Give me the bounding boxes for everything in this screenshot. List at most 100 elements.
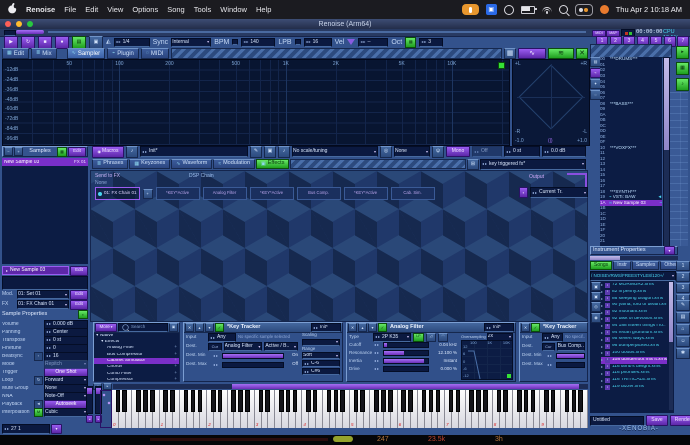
device-preset-field[interactable]: ◂▸Init* <box>311 323 341 332</box>
velocity-value[interactable]: ◂▸-- <box>358 38 388 47</box>
add-device-plus[interactable]: + <box>174 378 179 382</box>
note-min-spinner[interactable]: ◂▸C-6 <box>302 360 340 367</box>
song-position-track[interactable] <box>48 31 586 33</box>
fx-preset-select[interactable]: ◂▸key triggered fx*▾ <box>480 159 586 170</box>
disk-path-field[interactable]: / NOISEVRWS/FREESTYLE8/120+/▾ <box>590 271 676 281</box>
instrument-row[interactable]: 10 ***VOXFX*** <box>600 145 662 151</box>
sample-footer-spinner[interactable]: ◂▸27 1 <box>2 424 50 434</box>
instrument-row[interactable]: 08 ***BASS*** <box>600 101 662 107</box>
instrument-row[interactable]: 21 <box>600 239 662 245</box>
folder-icon[interactable]: ▤ <box>676 312 690 323</box>
rename-icon[interactable]: ✎ <box>250 146 262 158</box>
lpb-value[interactable]: ◂▸16 <box>304 38 332 47</box>
piano-black-key[interactable] <box>422 390 427 412</box>
sample-footer-dropdown[interactable]: ▾ <box>51 424 62 434</box>
app-status-icon[interactable]: ▣ <box>486 4 497 15</box>
piano-black-key[interactable] <box>524 390 529 412</box>
piano-black-key[interactable] <box>265 390 270 412</box>
scaling-select[interactable]: ▾ <box>302 339 340 346</box>
fx-grid-icon[interactable]: ⊞ <box>467 159 479 170</box>
menu-edit[interactable]: Edit <box>85 6 98 14</box>
piano-black-key[interactable] <box>279 390 284 412</box>
bpm-value[interactable]: ◂▸140 <box>241 38 275 47</box>
metronome-value[interactable]: ◂▸1/4 <box>114 38 150 47</box>
device-move-down-button[interactable]: ▾ <box>205 323 214 332</box>
piano-black-key[interactable] <box>531 390 536 412</box>
param-slider[interactable] <box>383 366 429 372</box>
menu-tools[interactable]: Tools <box>194 6 212 14</box>
menu-help[interactable]: Help <box>256 6 271 14</box>
piano-black-key[interactable] <box>334 390 339 412</box>
piano-black-key[interactable] <box>163 390 168 412</box>
device-close-button[interactable]: ✕ <box>348 323 357 332</box>
track-scopes-button[interactable]: ∿ <box>518 48 546 59</box>
file-row[interactable]: ▸ ♪ 108 dunderfoot mix it.xrns <box>601 357 667 364</box>
menu-song[interactable]: Song <box>167 6 185 14</box>
sample-properties-pin-button[interactable]: ▪ <box>78 310 88 319</box>
disk-tab[interactable]: Instr <box>613 261 631 270</box>
sampler-tab[interactable]: ≈Modulation <box>213 159 255 169</box>
file-row[interactable]: ▸ ♪ 92 task of devotion.xrns <box>601 316 667 323</box>
piano-black-key[interactable] <box>293 390 298 412</box>
instrument-properties-bar[interactable]: Instrument Properties ▾ <box>590 246 678 255</box>
device-header[interactable]: Bus Comp. <box>297 187 341 200</box>
file-row[interactable]: ▸ ♪ 119 dizzer.xrns <box>601 384 667 391</box>
fx-chain-canvas[interactable]: Send to FX None DSP Chain Output 01: FX … <box>90 170 588 322</box>
chain-active-dot[interactable] <box>98 192 102 196</box>
folder-new-icon[interactable]: ▣ <box>591 292 601 301</box>
settings-icon[interactable]: ✱ <box>676 348 690 359</box>
piano-black-key[interactable] <box>218 390 223 412</box>
device-tree-row[interactable]: Compressor + <box>94 377 179 382</box>
send-to-fx-value[interactable]: None <box>95 181 120 186</box>
piano-black-key[interactable] <box>388 390 393 412</box>
render-button[interactable]: Render <box>670 415 690 426</box>
piano-black-key[interactable] <box>184 390 189 412</box>
piano-black-key[interactable] <box>381 390 386 412</box>
file-search-icon[interactable]: ◎ <box>591 302 601 312</box>
menu-file[interactable]: File <box>64 6 76 14</box>
record-button[interactable]: ● <box>55 36 69 49</box>
piano-black-key[interactable] <box>116 390 121 412</box>
sidebar-scroll-strip[interactable] <box>590 256 678 260</box>
quantize-icon[interactable]: ◎ <box>380 146 392 158</box>
octave-value[interactable]: ◂▸3 <box>419 38 443 47</box>
file-row[interactable]: ▸ ♪ 116 lamb's delight.xrns <box>601 364 667 371</box>
piano-black-key[interactable] <box>191 390 196 412</box>
piano-black-key[interactable] <box>374 390 379 412</box>
instrument-preset-field[interactable]: ◂▸Init* <box>140 146 248 157</box>
piano-black-key[interactable] <box>136 390 141 412</box>
instrument-row[interactable]: 00 ***DRUMS*** <box>600 57 662 63</box>
add-sample-button[interactable]: + <box>14 147 23 156</box>
piano-black-key[interactable] <box>572 390 577 412</box>
device-header[interactable]: Cab. Sim. <box>391 187 435 200</box>
device-move-down-button[interactable]: ▾ <box>368 323 377 332</box>
sampler-tab[interactable]: ▦Keyzones <box>129 159 170 169</box>
piano-black-key[interactable] <box>483 390 488 412</box>
velocity-slider[interactable] <box>86 386 93 414</box>
device-header[interactable]: *KEY*Active <box>250 187 294 200</box>
transpose-value[interactable]: ◂▸0 st <box>504 146 540 157</box>
edit-pencil-icon[interactable]: ✎ <box>676 300 690 311</box>
user-switcher-icon[interactable] <box>575 4 593 16</box>
device-enabled-checkbox[interactable]: ✓ <box>215 323 224 332</box>
add-device-plus[interactable]: + <box>174 365 179 370</box>
piano-black-key[interactable] <box>436 390 441 412</box>
device-close-button[interactable]: ✕ <box>521 323 530 332</box>
property-chip[interactable]: ↻ <box>34 376 43 385</box>
macros-button[interactable]: ◉Macros <box>92 146 124 158</box>
mono-button[interactable]: Mono <box>446 146 470 157</box>
piano-black-key[interactable] <box>211 390 216 412</box>
piano-black-key[interactable] <box>198 390 203 412</box>
slider-dec-button[interactable]: ◂ <box>86 415 93 423</box>
device-enabled-checkbox[interactable]: ✓ <box>531 323 540 332</box>
piano-black-key[interactable] <box>150 390 155 412</box>
spectrum-active-led[interactable] <box>498 62 505 69</box>
browser-close-button[interactable]: ▣ <box>169 323 178 332</box>
filter-shape-icon[interactable]: ◿ <box>426 333 436 342</box>
dest-device-select[interactable]: Analog Filter▾ <box>224 342 263 351</box>
range-mode-select[interactable]: Soft▾ <box>302 352 340 359</box>
input-sample-select[interactable]: ◂▸Any <box>542 333 563 342</box>
velocity-filter-icon[interactable] <box>347 39 355 45</box>
lpb-automation-checkbox[interactable] <box>295 39 301 45</box>
file-preview-icon[interactable]: ◉ <box>591 313 601 323</box>
